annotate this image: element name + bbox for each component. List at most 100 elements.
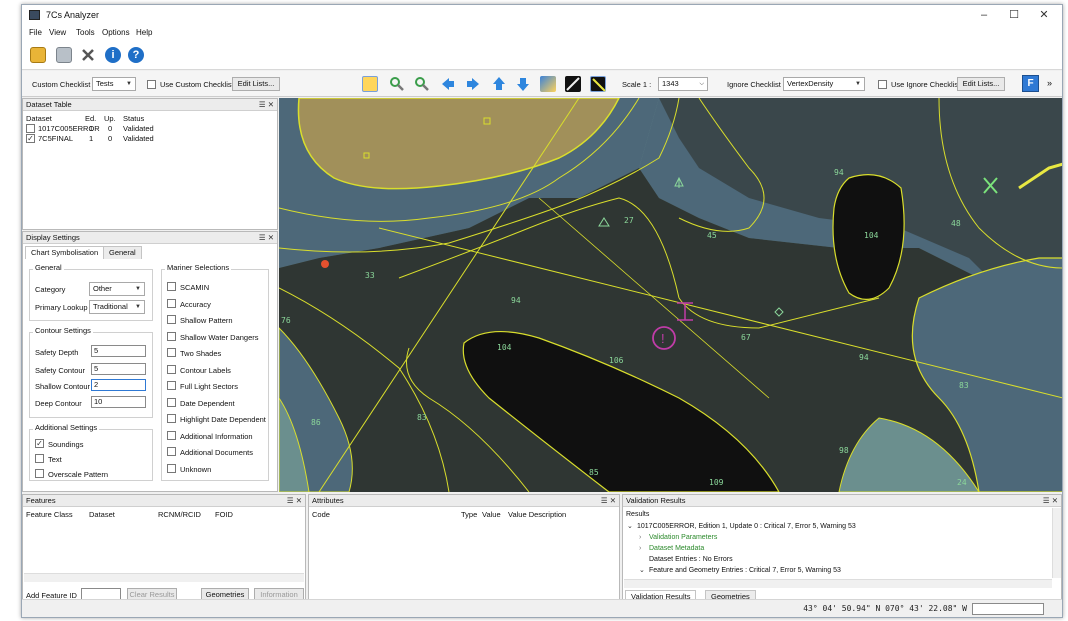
toolbar-overflow-icon[interactable]: » xyxy=(1047,78,1052,88)
sounding-label: 83 xyxy=(959,381,969,390)
use-ignore-checklist-checkbox[interactable] xyxy=(878,80,887,89)
chart-layer-icon[interactable] xyxy=(540,76,556,92)
horizontal-scrollbar[interactable] xyxy=(24,573,304,582)
column-header[interactable]: Dataset xyxy=(26,114,52,123)
chevron-right-icon[interactable]: › xyxy=(639,534,641,541)
result-feature-geometry[interactable]: Feature and Geometry Entries : Critical … xyxy=(649,567,841,574)
result-dataset-entries[interactable]: Dataset Entries : No Errors xyxy=(649,556,733,563)
panel-float-close-icon[interactable]: ☰ ✕ xyxy=(287,495,302,506)
table-row[interactable]: 7C5FINAL xyxy=(38,134,73,143)
arrow-right-icon[interactable] xyxy=(465,76,481,92)
soundings-checkbox[interactable]: ✓ xyxy=(35,439,44,448)
open-folder-icon[interactable] xyxy=(30,47,46,63)
mariner-checkbox[interactable] xyxy=(167,430,176,440)
group-title: Contour Settings xyxy=(33,326,93,335)
mariner-checkbox[interactable] xyxy=(167,298,176,308)
minimize-button[interactable]: – xyxy=(969,7,999,23)
mariner-checkbox[interactable] xyxy=(167,381,176,390)
column-header[interactable]: Value xyxy=(482,510,501,519)
arrow-left-icon[interactable] xyxy=(440,76,456,92)
safety-contour-input[interactable]: 5 xyxy=(91,363,146,375)
column-header[interactable]: Code xyxy=(312,510,330,519)
result-validation-parameters[interactable]: Validation Parameters xyxy=(649,534,717,541)
group-title: Additional Settings xyxy=(33,423,100,432)
text-checkbox[interactable] xyxy=(35,454,44,463)
maximize-button[interactable]: ☐ xyxy=(999,7,1029,23)
column-header[interactable]: Value Description xyxy=(508,510,566,519)
tools-icon[interactable] xyxy=(80,47,96,63)
chevron-down-icon[interactable]: ⌄ xyxy=(639,566,645,574)
chart-map-view[interactable]: ! 94 27 45 104 48 33 94 104 106 67 94 83 98 83 86 85 109… xyxy=(279,98,1062,492)
mariner-checkbox[interactable] xyxy=(167,397,176,407)
safety-depth-input[interactable]: 5 xyxy=(91,345,146,357)
column-header[interactable]: Dataset xyxy=(89,510,115,519)
pan-tool-icon[interactable] xyxy=(362,76,378,92)
close-button[interactable]: ✕ xyxy=(1029,7,1059,23)
panel-float-close-icon[interactable]: ☰ ✕ xyxy=(601,495,616,506)
vertical-scrollbar[interactable] xyxy=(1052,508,1061,578)
table-cell: Validated xyxy=(123,134,154,143)
edit-lists-button[interactable]: Edit Lists... xyxy=(232,77,280,91)
panel-float-close-icon[interactable]: ☰ ✕ xyxy=(259,232,274,243)
info-icon[interactable]: i xyxy=(105,47,121,63)
help-icon[interactable]: ? xyxy=(128,47,144,63)
export-icon[interactable] xyxy=(56,47,72,63)
chevron-down-icon[interactable]: ⌄ xyxy=(627,522,633,530)
column-header[interactable]: Status xyxy=(123,114,144,123)
night-mode-icon[interactable] xyxy=(565,76,581,92)
mariner-checkbox[interactable] xyxy=(167,447,176,456)
horizontal-scrollbar[interactable] xyxy=(624,579,1052,588)
error-marker-label: ! xyxy=(661,331,665,346)
f-button[interactable]: F xyxy=(1022,75,1039,92)
table-cell: 0 xyxy=(108,134,113,143)
mariner-checkbox[interactable] xyxy=(167,282,176,291)
category-select[interactable]: Other ▼ xyxy=(89,282,145,296)
mariner-checkbox[interactable] xyxy=(167,315,176,324)
tab-general[interactable]: General xyxy=(103,246,142,259)
edit-lists-button-2[interactable]: Edit Lists... xyxy=(957,77,1005,91)
column-header[interactable]: Type xyxy=(461,510,477,519)
checklist-toolbar: Custom Checklist Tests ▼ Use Custom Check… xyxy=(22,71,1062,97)
chevron-down-icon: ▼ xyxy=(855,81,861,87)
mariner-checkbox[interactable] xyxy=(167,348,176,357)
mariner-checkbox[interactable] xyxy=(167,414,176,423)
chevron-down-icon: ▼ xyxy=(135,286,141,292)
menu-file[interactable]: File xyxy=(29,28,42,37)
scale-select[interactable]: 1343 ⌵ xyxy=(658,77,708,91)
menu-view[interactable]: View xyxy=(49,28,66,37)
column-header[interactable]: Up. xyxy=(104,114,116,123)
primary-lookup-select[interactable]: Traditional ▼ xyxy=(89,300,145,314)
panel-float-close-icon[interactable]: ☰ ✕ xyxy=(1043,495,1058,506)
ignore-checklist-select[interactable]: VertexDensity ▼ xyxy=(783,77,865,91)
zoom-in-icon[interactable] xyxy=(389,76,405,92)
shallow-contour-input[interactable]: 2 xyxy=(91,379,146,391)
measure-tool-icon[interactable] xyxy=(590,76,606,92)
menu-help[interactable]: Help xyxy=(136,28,152,37)
menu-tools[interactable]: Tools xyxy=(76,28,95,37)
dataset-checkbox[interactable]: ✓ xyxy=(26,134,35,143)
arrow-up-icon[interactable] xyxy=(491,76,507,92)
mariner-checkbox[interactable] xyxy=(167,364,176,374)
deep-contour-input[interactable]: 10 xyxy=(91,396,146,408)
chevron-right-icon[interactable]: › xyxy=(639,545,641,552)
zoom-out-icon[interactable] xyxy=(414,76,430,92)
validation-results-header: Validation Results ☰ ✕ xyxy=(623,495,1061,507)
result-dataset-metadata[interactable]: Dataset Metadata xyxy=(649,545,704,552)
tab-chart-symbolisation[interactable]: Chart Symbolisation xyxy=(25,246,105,259)
menu-options[interactable]: Options xyxy=(102,28,130,37)
column-header[interactable]: Ed. xyxy=(85,114,96,123)
mariner-checkbox[interactable] xyxy=(167,463,176,473)
panel-float-close-icon[interactable]: ☰ ✕ xyxy=(259,99,274,110)
custom-checklist-select[interactable]: Tests ▼ xyxy=(92,77,136,91)
column-header[interactable]: FOID xyxy=(215,510,233,519)
features-header: Features ☰ ✕ xyxy=(23,495,305,507)
column-header[interactable]: RCNM/RCID xyxy=(158,510,201,519)
result-dataset-row[interactable]: 1017C005ERROR, Edition 1, Update 0 : Cri… xyxy=(637,523,856,530)
arrow-down-icon[interactable] xyxy=(515,76,531,92)
dataset-checkbox[interactable] xyxy=(26,124,35,133)
use-custom-checklist-checkbox[interactable] xyxy=(147,80,156,89)
column-header[interactable]: Feature Class xyxy=(26,510,73,519)
overscale-pattern-checkbox[interactable] xyxy=(35,469,44,478)
mariner-checkbox[interactable] xyxy=(167,331,176,341)
menu-bar: File View Tools Options Help xyxy=(22,25,1062,40)
